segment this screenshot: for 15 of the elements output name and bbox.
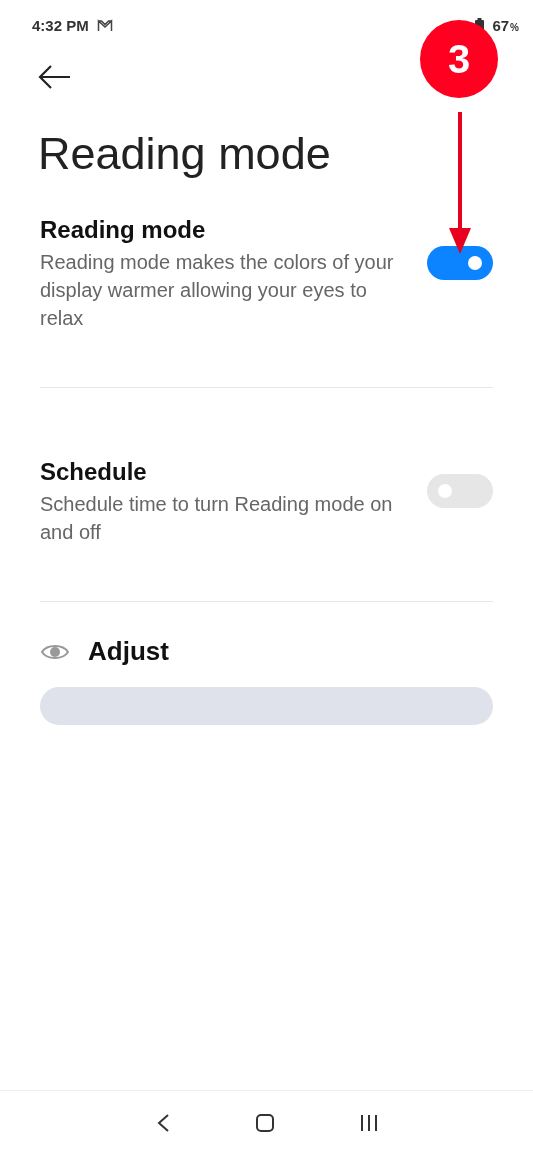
back-button[interactable] (38, 64, 72, 90)
home-button[interactable] (255, 1114, 274, 1132)
setting-title: Schedule (40, 458, 148, 486)
setting-title: Reading mode (40, 216, 207, 244)
battery-level: 67% (492, 16, 519, 34)
mail-icon (96, 18, 113, 32)
toggle-switch[interactable] (427, 246, 493, 280)
status-time: 4:32 PM (32, 16, 89, 34)
nav-back-button[interactable] (155, 1113, 170, 1133)
adjust-label: Adjust (88, 636, 169, 667)
setting-description: Schedule time to turn Reading mode on and off (40, 492, 394, 545)
page-title: Reading mode (38, 128, 332, 180)
setting-description: Reading mode makes the colors of your display warmer allowing your eyes to relax (40, 250, 395, 331)
recent-apps-button[interactable] (359, 1114, 378, 1132)
toggle-switch[interactable] (427, 474, 493, 508)
